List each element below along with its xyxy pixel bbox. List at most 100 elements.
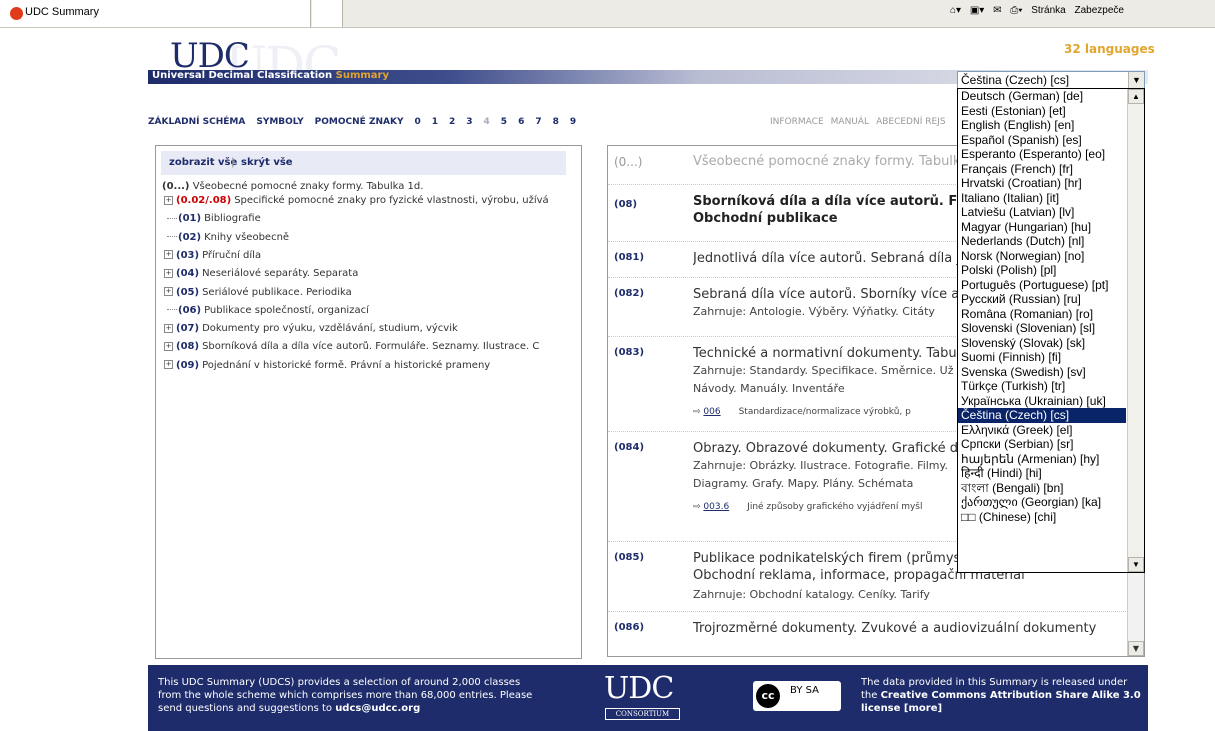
tree-item[interactable]: + (07) Dokumenty pro výuku, vzdělávání, st… <box>164 323 574 334</box>
language-option[interactable]: Українська (Ukrainian) [uk] <box>958 394 1126 409</box>
nav-item[interactable]: 7 <box>535 117 541 127</box>
language-option[interactable]: Româna (Romanian) [ro] <box>958 307 1126 322</box>
print-icon[interactable]: ⎙▾ <box>1010 5 1022 16</box>
row-code[interactable]: (083) <box>614 347 644 358</box>
nav-item[interactable]: 5 <box>501 117 507 127</box>
row-code[interactable]: (082) <box>614 288 644 299</box>
safety-menu[interactable]: Zabezpeče <box>1075 5 1124 16</box>
expand-plus-icon[interactable]: + <box>164 360 173 370</box>
nav-link[interactable]: ABECEDNÍ REJS <box>876 117 945 127</box>
tab-title: UDC Summary <box>25 6 99 18</box>
nav-item[interactable]: ZÁKLADNÍ SCHÉMA <box>148 117 245 127</box>
language-option[interactable]: Deutsch (German) [de] <box>958 89 1126 104</box>
tree-item[interactable]: (06) Publikace společností, organizací <box>164 305 574 316</box>
language-option[interactable]: Polski (Polish) [pl] <box>958 263 1126 278</box>
row-code[interactable]: (084) <box>614 442 644 453</box>
language-option[interactable]: Latviešu (Latvian) [lv] <box>958 205 1126 220</box>
chevron-down-icon[interactable]: ▼ <box>1128 72 1144 88</box>
scroll-down-icon[interactable]: ▼ <box>1128 641 1144 656</box>
language-option[interactable]: Slovenský (Slovak) [sk] <box>958 336 1126 351</box>
language-option[interactable]: Norsk (Norwegian) [no] <box>958 249 1126 264</box>
nav-item[interactable]: 6 <box>518 117 524 127</box>
tree-item[interactable]: + (05) Seriálové publikace. Periodika <box>164 287 574 298</box>
nav-item[interactable]: 4 <box>484 117 490 127</box>
language-option[interactable]: Italiano (Italian) [it] <box>958 191 1126 206</box>
language-option[interactable]: বাংলা (Bengali) [bn] <box>958 481 1126 496</box>
language-option[interactable]: Ελληνικά (Greek) [el] <box>958 423 1126 438</box>
nav-item[interactable]: 3 <box>466 117 472 127</box>
row-code[interactable]: (08) <box>614 199 637 210</box>
tree-item[interactable]: + (04) Neseriálové separáty. Separata <box>164 268 574 279</box>
new-tab[interactable] <box>312 0 343 27</box>
tree-item[interactable]: (01) Bibliografie <box>164 213 574 224</box>
tree-root[interactable]: (0...) Všeobecné pomocné znaky formy. Ta… <box>162 181 423 192</box>
home-icon[interactable]: ⌂▾ <box>950 5 961 16</box>
tree-item-code: (01) <box>178 213 202 225</box>
language-option[interactable]: Српски (Serbian) [sr] <box>958 437 1126 452</box>
language-option[interactable]: Português (Portuguese) [pt] <box>958 278 1126 293</box>
language-option[interactable]: Français (French) [fr] <box>958 162 1126 177</box>
scroll-down-icon[interactable]: ▼ <box>1128 557 1144 572</box>
nav-item[interactable]: POMOCNÉ ZNAKY <box>315 117 404 127</box>
nav-item[interactable]: 0 <box>414 117 420 127</box>
language-option[interactable]: Русский (Russian) [ru] <box>958 292 1126 307</box>
language-option[interactable]: Magyar (Hungarian) [hu] <box>958 220 1126 235</box>
language-option[interactable]: հայերեն (Armenian) [hy] <box>958 452 1126 467</box>
nav-item[interactable]: 9 <box>570 117 576 127</box>
tree-item[interactable]: + (08) Sborníková díla a díla více autorů.… <box>164 341 574 352</box>
language-option[interactable]: हिन्दी (Hindi) [hi] <box>958 466 1126 481</box>
show-all-link[interactable]: zobrazit vše <box>169 157 237 168</box>
language-option[interactable]: Čeština (Czech) [cs] <box>958 408 1126 423</box>
language-option[interactable]: Español (Spanish) [es] <box>958 133 1126 148</box>
nav-item[interactable]: 2 <box>449 117 455 127</box>
reference-link[interactable]: 003.6 <box>703 502 729 512</box>
expand-plus-icon[interactable]: + <box>164 195 173 205</box>
mail-icon[interactable]: ✉ <box>993 5 1001 16</box>
reference-link[interactable]: 006 <box>703 407 720 417</box>
nav-link[interactable]: INFORMACE <box>770 117 824 127</box>
browser-tab[interactable]: UDC Summary <box>0 0 311 27</box>
row-code[interactable]: (081) <box>614 252 644 263</box>
language-option[interactable]: □□ (Chinese) [chi] <box>958 510 1126 525</box>
language-option[interactable]: Slovenski (Slovenian) [sl] <box>958 321 1126 336</box>
expand-plus-icon[interactable]: + <box>164 287 173 296</box>
license-text: The data provided in this Summary is rel… <box>861 677 1141 714</box>
tree-item-text: Seriálové publikace. Periodika <box>202 286 352 298</box>
license-link[interactable]: Creative Commons Attribution Share Alike… <box>861 690 1141 714</box>
row-code[interactable]: (0...) <box>614 155 642 169</box>
language-select-value: Čeština (Czech) [cs] <box>961 73 1070 87</box>
nav-item[interactable]: SYMBOLY <box>256 117 303 127</box>
expand-plus-icon[interactable]: + <box>164 268 173 278</box>
tree-item[interactable]: + (0.02/.08) Specifické pomocné znaky pro … <box>164 195 574 206</box>
nav-link[interactable]: MANUÁL <box>831 117 869 127</box>
expand-plus-icon[interactable]: + <box>164 341 173 351</box>
language-option[interactable]: Hrvatski (Croatian) [hr] <box>958 176 1126 191</box>
contact-email-link[interactable]: udcs@udcc.org <box>335 703 420 714</box>
language-select[interactable]: Čeština (Czech) [cs] ▼ <box>957 71 1145 89</box>
hide-all-link[interactable]: skrýt vše <box>241 157 293 168</box>
language-option[interactable]: Svenska (Swedish) [sv] <box>958 365 1126 380</box>
tree-item[interactable]: + (03) Příruční díla <box>164 250 574 261</box>
row-code[interactable]: (086) <box>614 622 644 633</box>
expand-plus-icon[interactable]: + <box>164 250 173 260</box>
language-option[interactable]: Suomi (Finnish) [fi] <box>958 350 1126 365</box>
language-option[interactable]: Esperanto (Esperanto) [eo] <box>958 147 1126 162</box>
nav-item[interactable]: 8 <box>553 117 559 127</box>
language-option[interactable]: Eesti (Estonian) [et] <box>958 104 1126 119</box>
page-menu[interactable]: Stránka <box>1031 5 1065 16</box>
language-option[interactable]: ქართული (Georgian) [ka] <box>958 495 1126 510</box>
scroll-up-icon[interactable]: ▲ <box>1128 89 1144 104</box>
creative-commons-badge[interactable]: cc BY SA <box>753 681 841 711</box>
language-option[interactable]: English (English) [en] <box>958 118 1126 133</box>
feeds-icon[interactable]: ▣▾ <box>970 5 984 16</box>
row-code[interactable]: (085) <box>614 552 644 563</box>
language-dropdown[interactable]: Deutsch (German) [de] Eesti (Estonian) [e… <box>957 88 1145 573</box>
expand-plus-icon[interactable]: + <box>164 323 173 333</box>
nav-item[interactable]: 1 <box>432 117 438 127</box>
dropdown-scrollbar[interactable]: ▲ ▼ <box>1127 89 1144 572</box>
language-option[interactable]: Türkçe (Turkish) [tr] <box>958 379 1126 394</box>
tree-item[interactable]: (02) Knihy všeobecně <box>164 232 574 243</box>
tree-item[interactable]: + (09) Pojednání v historické formě. Právn… <box>164 360 574 371</box>
footer-description: This UDC Summary (UDCS) provides a selec… <box>158 677 533 714</box>
language-option[interactable]: Nederlands (Dutch) [nl] <box>958 234 1126 249</box>
